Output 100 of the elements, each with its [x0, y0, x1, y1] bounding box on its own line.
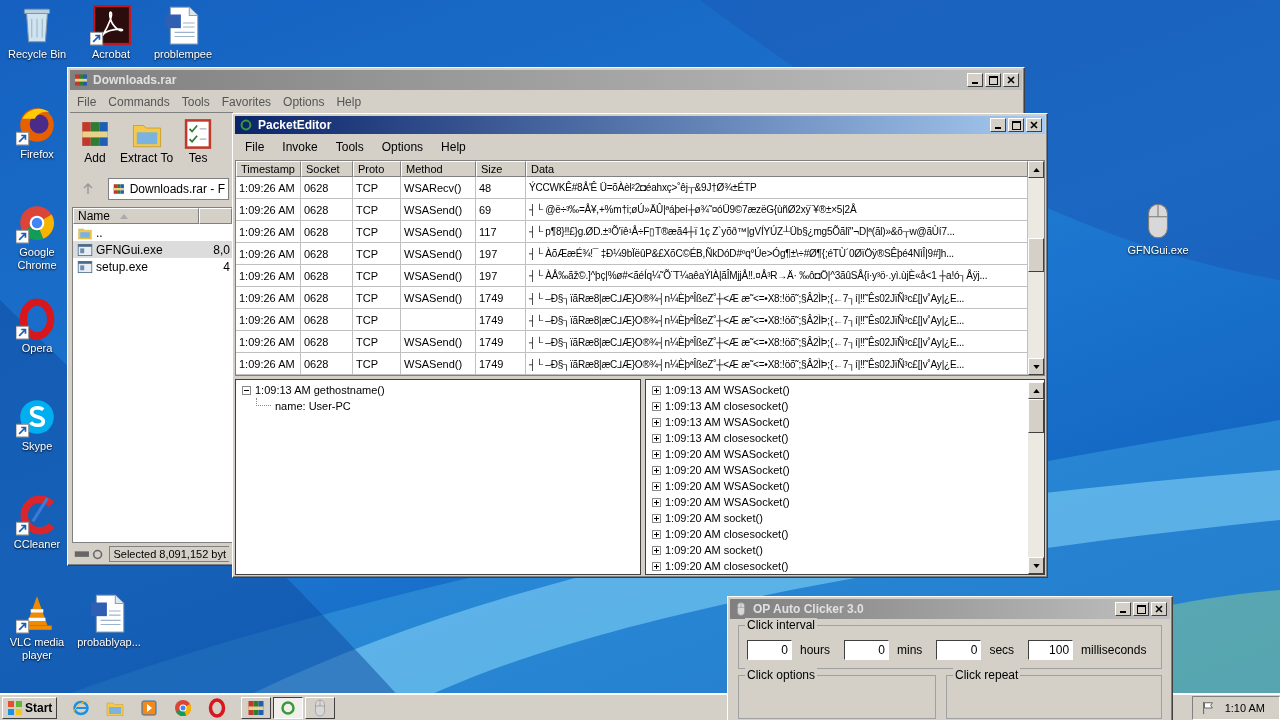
tree-toggle[interactable]	[652, 433, 661, 443]
tree-toggle[interactable]	[652, 529, 661, 539]
tree-toggle[interactable]	[652, 497, 661, 507]
menu-item[interactable]: Help	[331, 95, 367, 109]
scroll-up-icon[interactable]	[1032, 167, 1040, 172]
menu-item[interactable]: Invoke	[274, 140, 326, 155]
menu-item[interactable]: Favorites	[216, 95, 277, 109]
tree-item[interactable]: 1:09:20 AM socket()	[665, 544, 763, 556]
column-header[interactable]: Socket	[301, 161, 353, 177]
icon-label[interactable]: problempee	[153, 48, 213, 61]
menu-item[interactable]: Commands	[103, 95, 175, 109]
icon-label[interactable]: probablyap...	[77, 636, 141, 649]
tree-toggle[interactable]	[242, 385, 251, 395]
tree-item[interactable]: name: User-PC	[275, 400, 351, 412]
file-row[interactable]: setup.exe 4	[73, 258, 232, 275]
scroll-thumb[interactable]	[1028, 238, 1044, 272]
column-header[interactable]: Size	[476, 161, 526, 177]
tree-toggle[interactable]	[652, 481, 661, 491]
tree-item[interactable]: 1:09:13 AM closesocket()	[665, 432, 789, 444]
menu-item[interactable]: Tools	[176, 95, 215, 109]
tree-item[interactable]: 1:09:20 AM closesocket()	[665, 560, 789, 572]
icon-label[interactable]: VLC media player	[6, 636, 68, 662]
column-header[interactable]: Proto	[353, 161, 401, 177]
table-cell: 69	[476, 199, 526, 220]
opera-icon[interactable]	[207, 697, 228, 718]
menu-item[interactable]: Help	[433, 140, 474, 155]
icon-label[interactable]: Firefox	[20, 148, 54, 161]
tree-item[interactable]: 1:09:13 AM WSASocket()	[665, 416, 790, 428]
archive-icon	[73, 72, 89, 88]
menu-item[interactable]: Options	[278, 95, 330, 109]
scrollbar[interactable]	[1028, 161, 1044, 375]
number-field[interactable]: 100	[1028, 640, 1074, 660]
tree-item[interactable]: 1:09:13 AM closesocket()	[665, 400, 789, 412]
icon-label[interactable]: Google Chrome	[6, 246, 68, 272]
menu-item[interactable]: File	[72, 95, 102, 109]
pdf-icon[interactable]	[90, 4, 132, 46]
tree-item[interactable]: 1:09:13 AM gethostname()	[255, 384, 385, 396]
menu-item[interactable]: File	[237, 140, 273, 155]
maximize-button[interactable]	[1008, 118, 1024, 133]
column-header[interactable]: Timestamp	[236, 161, 301, 177]
menu-item[interactable]: Tools	[327, 140, 372, 155]
column-header[interactable]: Data	[526, 161, 1028, 177]
icon-label[interactable]: Opera	[21, 342, 53, 355]
tree-toggle[interactable]	[652, 449, 661, 459]
tree-toggle[interactable]	[652, 385, 661, 395]
minimize-button[interactable]	[990, 118, 1006, 133]
column-header[interactable]	[199, 208, 232, 224]
start-button[interactable]: Start	[2, 696, 58, 719]
number-field[interactable]: 0	[936, 640, 982, 660]
scrollbar[interactable]	[1028, 382, 1044, 574]
tree-item[interactable]: 1:09:20 AM WSASocket()	[665, 464, 790, 476]
column-header[interactable]: Name	[73, 208, 199, 224]
tree-item[interactable]: 1:09:20 AM closesocket()	[665, 528, 789, 540]
unit-label: secs	[989, 643, 1015, 657]
column-header[interactable]: Method	[401, 161, 476, 177]
scroll-down-icon[interactable]	[1032, 364, 1040, 369]
tree-item[interactable]: 1:09:20 AM WSASocket()	[665, 448, 790, 460]
tree-item[interactable]: 1:09:20 AM WSASocket()	[665, 496, 790, 508]
address-field[interactable]: Downloads.rar - F	[108, 178, 229, 200]
window-title: OP Auto Clicker 3.0	[753, 602, 865, 616]
icon-label[interactable]: Acrobat	[92, 48, 130, 61]
icon-label[interactable]: Skype	[21, 440, 53, 453]
table-cell: 0628	[301, 287, 353, 308]
tree-toggle[interactable]	[652, 513, 661, 523]
table-cell: TCP	[353, 309, 401, 330]
file-row[interactable]: GFNGui.exe 8,0	[73, 241, 232, 258]
play-icon[interactable]	[139, 697, 160, 718]
table-cell: TCP	[353, 199, 401, 220]
toolbar-button[interactable]: Tes	[179, 117, 218, 171]
tree-item[interactable]: 1:09:20 AM WSASocket()	[665, 480, 790, 492]
taskbar-button[interactable]	[273, 696, 304, 719]
menu-item[interactable]: Options	[373, 140, 432, 155]
table-cell: WSASend()	[401, 199, 476, 220]
scroll-down-icon[interactable]	[1032, 563, 1040, 568]
tree-toggle[interactable]	[652, 545, 661, 555]
window-title: Downloads.rar	[93, 73, 178, 87]
table-cell: 1:09:26 AM	[236, 199, 301, 220]
chrome-icon[interactable]	[173, 697, 194, 718]
table-cell: 1:09:26 AM	[236, 331, 301, 352]
icon-label[interactable]: Recycle Bin	[7, 48, 67, 61]
scroll-up-icon[interactable]	[1032, 388, 1040, 393]
flag-icon[interactable]	[1200, 700, 1215, 715]
table-cell: TCP	[353, 177, 401, 198]
file-row[interactable]: ..	[73, 224, 232, 241]
number-field[interactable]: 0	[844, 640, 890, 660]
tree-toggle[interactable]	[652, 401, 661, 411]
tree-toggle[interactable]	[652, 417, 661, 427]
tree-item[interactable]: 1:09:13 AM WSASocket()	[665, 384, 790, 396]
table-cell: TCP	[353, 287, 401, 308]
icon-label[interactable]: GFNGui.exe	[1127, 244, 1189, 257]
icon-label[interactable]: CCleaner	[13, 538, 61, 551]
tree-toggle[interactable]	[652, 465, 661, 475]
toolbar-button[interactable]: Extract To	[118, 117, 176, 171]
number-field[interactable]: 0	[747, 640, 792, 660]
tree-item[interactable]: 1:09:20 AM socket()	[665, 512, 763, 524]
toolbar-button[interactable]: Add	[76, 117, 114, 171]
close-button[interactable]	[1026, 118, 1042, 133]
scroll-thumb[interactable]	[1028, 399, 1044, 433]
tree-toggle[interactable]	[652, 561, 661, 571]
table-cell: 1:09:26 AM	[236, 287, 301, 308]
